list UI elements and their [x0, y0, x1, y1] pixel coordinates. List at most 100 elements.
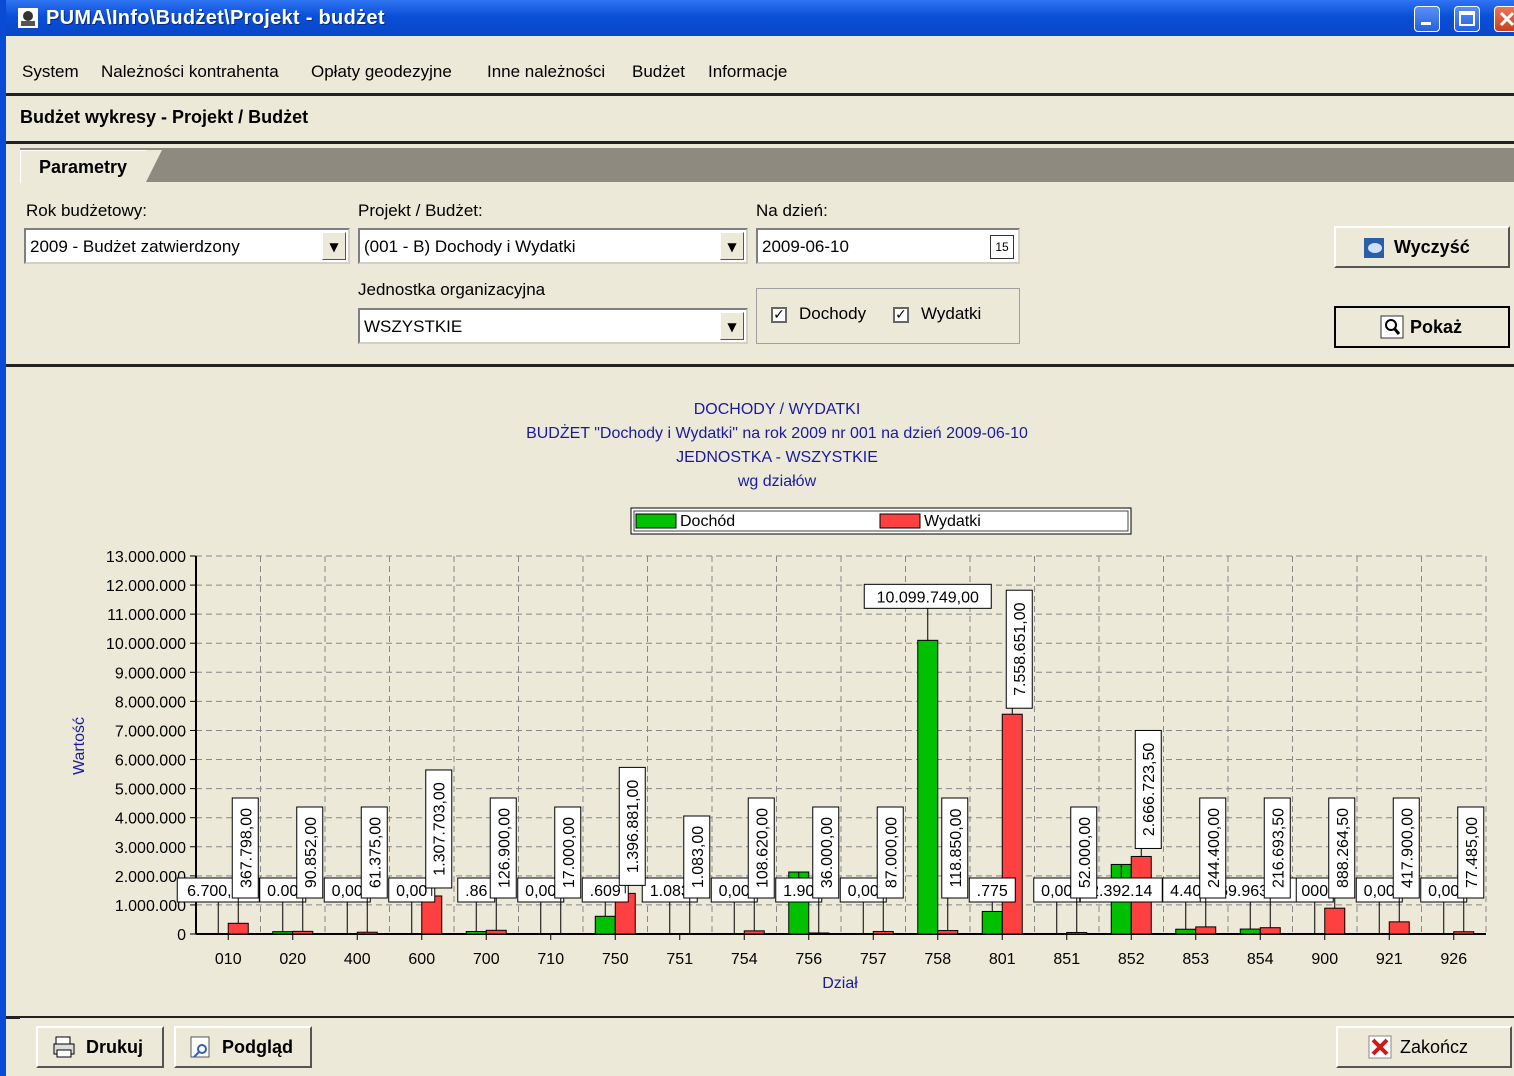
data-label-wydatki: 244.400,00	[1206, 808, 1223, 888]
y-tick-label: 8.000.000	[115, 694, 186, 711]
x-tick-label: 600	[408, 951, 435, 968]
calendar-icon[interactable]: 15	[990, 235, 1014, 259]
projekt-label: Projekt / Budżet:	[358, 201, 483, 220]
dochody-checkbox[interactable]: ✓	[771, 307, 787, 323]
bar-dochod	[1175, 928, 1197, 935]
close-button[interactable]: Zakończ	[1336, 1026, 1512, 1068]
menu-inne-naleznosci[interactable]: Inne należności	[487, 62, 605, 82]
chart-title-line: JEDNOSTKA - WSZYSTKIE	[676, 449, 878, 466]
y-tick-label: 10.000.000	[106, 636, 186, 653]
y-tick-label: 3.000.000	[115, 840, 186, 857]
bar-wydatki	[1195, 926, 1217, 935]
x-tick-label: 852	[1118, 951, 1145, 968]
chevron-down-icon[interactable]: ▼	[322, 232, 346, 260]
chart-panel: DOCHODY / WYDATKI BUDŻET "Dochody i Wydat…	[20, 368, 1514, 1018]
dochody-label: Dochody	[799, 304, 867, 323]
bar-wydatki	[872, 930, 894, 935]
preview-icon	[190, 1036, 210, 1058]
x-tick-label: 750	[602, 951, 629, 968]
x-tick-label: 758	[924, 951, 951, 968]
close-window-button[interactable]	[1494, 6, 1514, 32]
series-checkbox-group: ✓ Dochody ✓ Wydatki	[756, 288, 1020, 344]
bar-dochod	[272, 931, 294, 935]
data-label-dochod: 0,00	[719, 883, 750, 900]
jednostka-select[interactable]: WSZYSTKIE ▼	[358, 308, 748, 344]
bar-wydatki	[485, 929, 507, 935]
legend-swatch-wydatki	[879, 513, 921, 529]
menu-system[interactable]: System	[22, 62, 79, 82]
data-label-wydatki: 87.000,00	[883, 817, 900, 888]
x-tick-label: 710	[537, 951, 564, 968]
x-tick-label: 700	[473, 951, 500, 968]
bar-wydatki	[356, 931, 378, 935]
y-tick-label: 11.000.000	[107, 607, 186, 624]
bar-wydatki	[1324, 907, 1346, 935]
bar-dochod	[594, 915, 616, 935]
minimize-button[interactable]	[1414, 6, 1440, 32]
printer-icon	[53, 1036, 75, 1058]
data-label-dochod: .775	[977, 883, 1008, 900]
chevron-down-icon[interactable]: ▼	[720, 312, 744, 340]
print-button[interactable]: Drukuj	[36, 1026, 164, 1068]
data-label-dochod: 0,00	[848, 883, 879, 900]
data-label-dochod: 1.90	[783, 883, 814, 900]
bar-wydatki	[1259, 927, 1281, 935]
data-label-dochod: 0,00	[525, 883, 556, 900]
dzien-label: Na dzień:	[756, 201, 828, 220]
data-label-dochod: 10.099.749,00	[877, 589, 979, 606]
legend-label-dochod: Dochód	[680, 513, 735, 530]
rok-select[interactable]: 2009 - Budżet zatwierdzony ▼	[24, 228, 350, 264]
menu-oplaty-geodezyjne[interactable]: Opłaty geodezyjne	[311, 62, 452, 82]
x-tick-label: 400	[344, 951, 371, 968]
data-label-wydatki: 36.000,00	[819, 817, 836, 888]
form-title: Budżet wykresy - Projekt / Budżet	[20, 107, 309, 127]
eraser-icon	[1364, 238, 1384, 258]
data-label-dochod: 000	[1301, 883, 1328, 900]
y-tick-label: 5.000.000	[115, 782, 186, 799]
data-label-wydatki: 367.798,00	[238, 808, 255, 888]
wydatki-checkbox[interactable]: ✓	[893, 307, 909, 323]
menu-budzet[interactable]: Budżet	[632, 62, 685, 82]
x-tick-label: 751	[666, 951, 693, 968]
title-bar[interactable]: PUMA\Info\Budżet\Projekt - budżet	[6, 0, 1514, 36]
bar-wydatki	[292, 930, 314, 935]
wydatki-label: Wydatki	[921, 304, 982, 323]
x-tick-label: 020	[279, 951, 306, 968]
chevron-down-icon[interactable]: ▼	[720, 232, 744, 260]
window-title: PUMA\Info\Budżet\Projekt - budżet	[46, 7, 385, 29]
magnifier-icon	[1380, 315, 1404, 339]
projekt-select[interactable]: (001 - B) Dochody i Wydatki ▼	[358, 228, 748, 264]
data-label-wydatki: 1.083,00	[690, 826, 707, 888]
data-label-wydatki: 61.375,00	[367, 817, 384, 888]
jednostka-label: Jednostka organizacyjna	[358, 280, 546, 299]
clear-label: Wyczyść	[1394, 237, 1470, 257]
y-tick-label: 12.000.000	[106, 578, 186, 595]
bar-wydatki	[743, 930, 765, 935]
preview-button[interactable]: Podgląd	[174, 1026, 312, 1068]
maximize-button[interactable]	[1454, 6, 1480, 32]
tab-label: Parametry	[39, 157, 128, 177]
data-label-wydatki: 7.558.651,00	[1012, 602, 1029, 696]
menu-informacje[interactable]: Informacje	[708, 62, 787, 82]
data-label-wydatki: 888.264,50	[1335, 808, 1352, 888]
data-label-wydatki: 2.666.723,50	[1141, 743, 1158, 837]
data-label-dochod: 0,00	[1364, 883, 1395, 900]
data-label-wydatki: 1.307.703,00	[432, 782, 449, 876]
x-tick-label: 756	[795, 951, 822, 968]
clear-button[interactable]: Wyczyść	[1334, 226, 1510, 268]
print-label: Drukuj	[86, 1037, 144, 1057]
tab-parametry[interactable]: Parametry	[20, 150, 151, 183]
close-icon	[1368, 1035, 1392, 1059]
show-button[interactable]: Pokaż	[1334, 306, 1510, 348]
chart-title-line: wg działów	[737, 473, 817, 490]
app-window: PUMA\Info\Budżet\Projekt - budżet System…	[0, 0, 1514, 1076]
bar-wydatki	[1066, 931, 1088, 935]
divider	[6, 364, 1514, 367]
projekt-value: (001 - B) Dochody i Wydatki	[364, 237, 576, 256]
y-tick-label: 7.000.000	[115, 723, 186, 740]
y-tick-label: 4.000.000	[115, 811, 186, 828]
date-field[interactable]: 2009-06-10 15	[756, 228, 1020, 264]
menu-naleznosci-kontrahenta[interactable]: Należności kontrahenta	[101, 62, 279, 82]
data-label-wydatki: 108.620,00	[754, 808, 771, 888]
dzien-value: 2009-06-10	[762, 237, 849, 256]
